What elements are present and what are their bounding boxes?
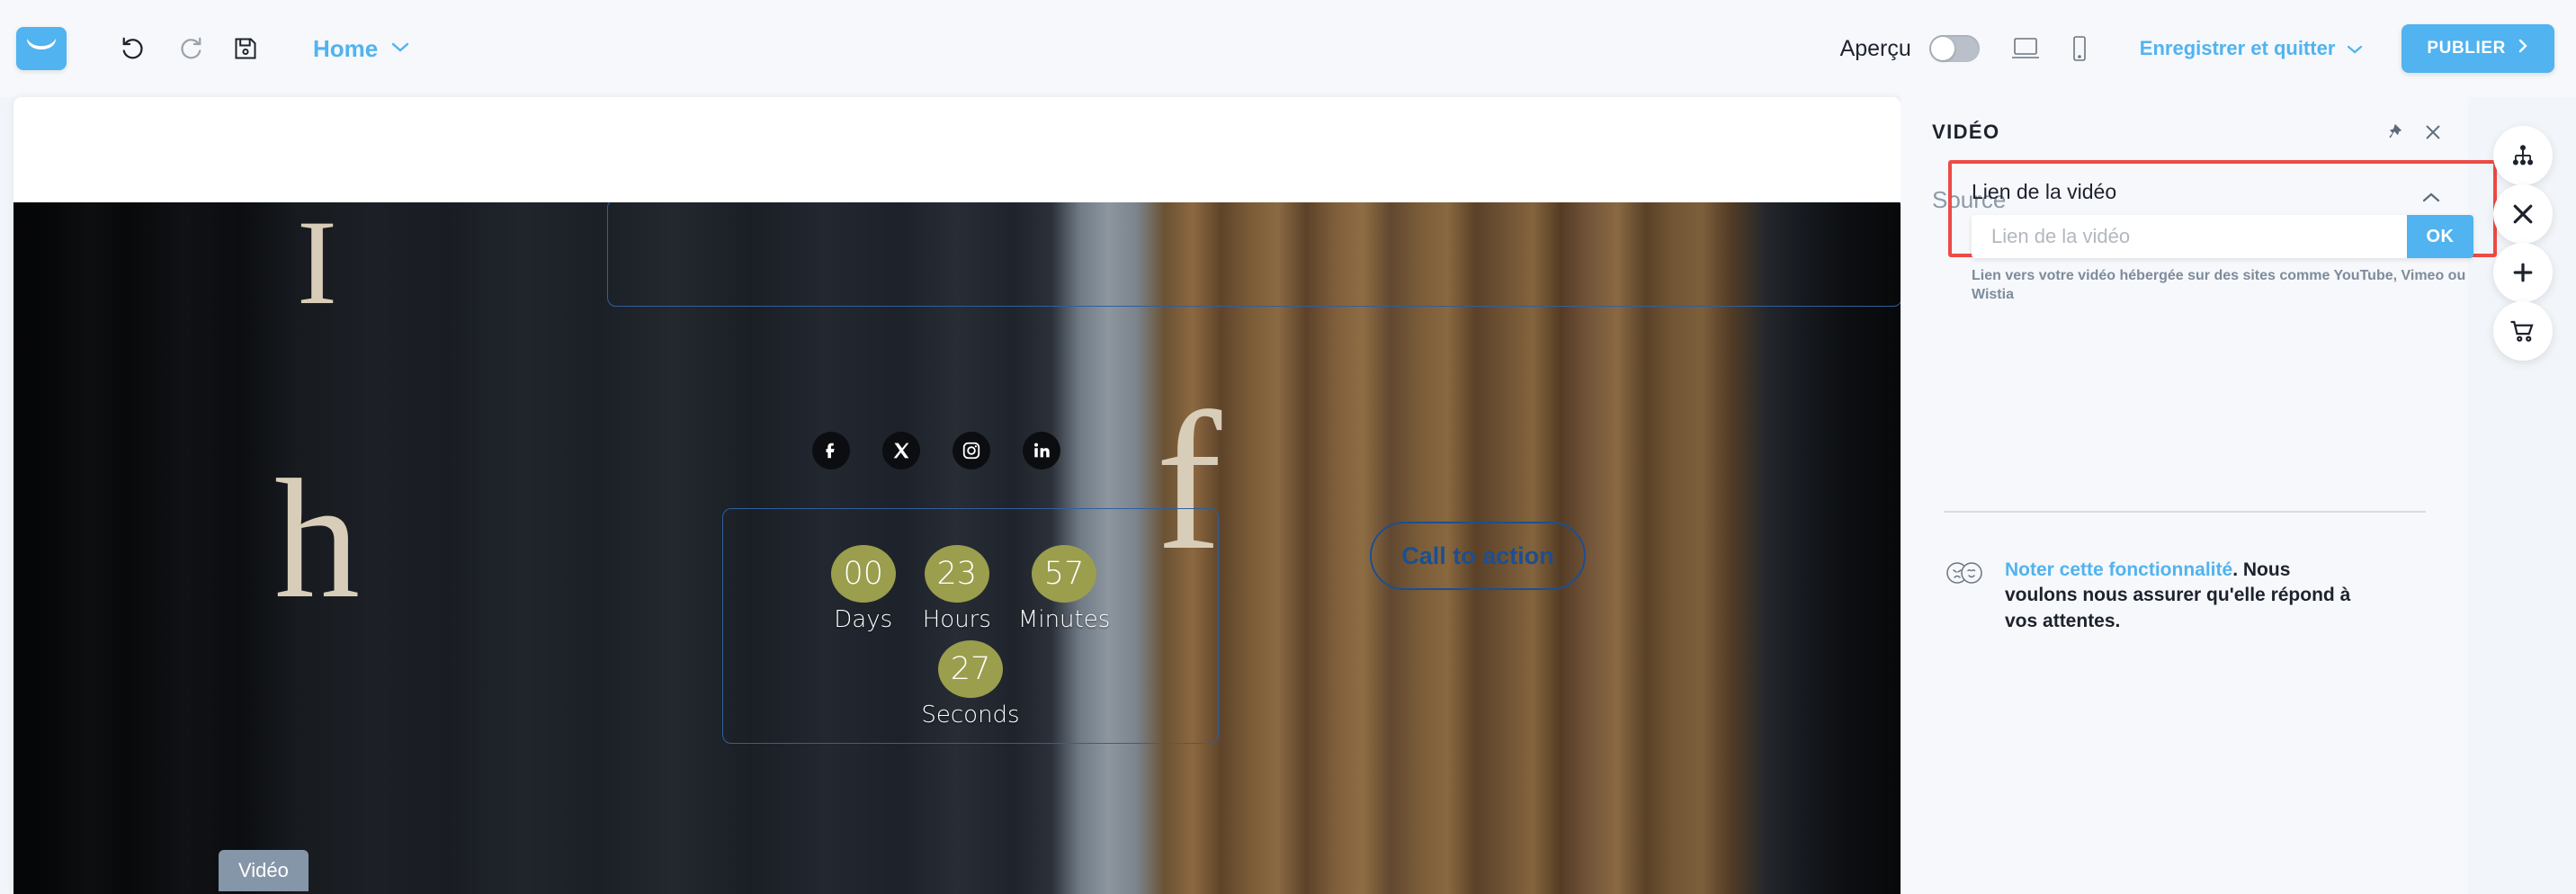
- panel-title: VIDÉO: [1932, 121, 2000, 143]
- page-selector[interactable]: Home: [313, 35, 410, 63]
- chevron-down-icon: [2346, 37, 2364, 60]
- save-and-quit-label: Enregistrer et quitter: [2139, 37, 2336, 59]
- countdown-unit-seconds: 27 Seconds: [921, 640, 1020, 729]
- cta-label: Call to action: [1401, 541, 1554, 569]
- x-twitter-icon[interactable]: [882, 432, 920, 469]
- facebook-icon[interactable]: [812, 432, 850, 469]
- video-block-tab-label: Vidéo: [238, 859, 289, 881]
- rate-feature-link[interactable]: Noter cette fonctionnalité: [2005, 559, 2232, 580]
- two-faces-rating-icon: [1944, 558, 1985, 593]
- pin-icon[interactable]: [2384, 122, 2403, 142]
- countdown-unit-days: 00 Days: [830, 545, 896, 633]
- video-link-field-group: Lien de la vidéo OK Lien vers votre vidé…: [1948, 160, 2497, 302]
- instagram-icon[interactable]: [953, 432, 990, 469]
- save-floppy-icon[interactable]: [218, 22, 273, 76]
- countdown-label: Minutes: [1017, 606, 1111, 633]
- panel-divider: [1944, 511, 2426, 513]
- wall-glyph-h: h: [274, 445, 360, 634]
- countdown-value: 27: [937, 640, 1003, 698]
- preview-label: Aperçu: [1839, 35, 1911, 61]
- redo-icon[interactable]: [162, 22, 218, 76]
- linkedin-icon[interactable]: [1023, 432, 1060, 469]
- call-to-action-button[interactable]: Call to action: [1370, 522, 1586, 590]
- page-canvas[interactable]: I h f 00 Days 23 Hours 57 Minutes 27 Sec…: [13, 97, 1901, 894]
- countdown-row-secondary: 27 Seconds: [723, 640, 1218, 729]
- social-icons-row[interactable]: [812, 432, 1060, 469]
- wall-glyph-I: I: [297, 202, 337, 330]
- video-block-tab[interactable]: Vidéo: [219, 850, 309, 891]
- cart-icon[interactable]: [2493, 301, 2553, 361]
- preview-toggle[interactable]: [1928, 35, 1980, 62]
- mobile-icon[interactable]: [2055, 24, 2104, 73]
- toggle-knob: [1930, 37, 1954, 60]
- countdown-value: 57: [1032, 545, 1097, 603]
- chevron-right-icon: [2517, 38, 2529, 59]
- desktop-icon[interactable]: [2001, 24, 2050, 73]
- mailchimp-envelope-icon[interactable]: [16, 27, 67, 70]
- publish-button[interactable]: PUBLIER: [2402, 24, 2554, 73]
- countdown-unit-minutes: 57 Minutes: [1018, 545, 1110, 633]
- video-link-label: Lien de la vidéo: [1972, 180, 2117, 203]
- save-and-quit-button[interactable]: Enregistrer et quitter: [2140, 37, 2365, 60]
- undo-icon[interactable]: [106, 22, 162, 76]
- video-link-help-text: Lien vers votre vidéo hébergée sur des s…: [1972, 268, 2466, 302]
- countdown-label: Seconds: [921, 702, 1020, 729]
- countdown-label: Days: [834, 606, 893, 633]
- canvas-header-band: [13, 97, 1901, 202]
- plus-icon[interactable]: [2493, 243, 2553, 302]
- chevron-down-icon: [390, 40, 410, 58]
- hero-section[interactable]: I h f 00 Days 23 Hours 57 Minutes 27 Sec…: [13, 202, 1901, 894]
- video-link-ok-button[interactable]: OK: [2407, 215, 2473, 258]
- close-icon[interactable]: [2423, 122, 2443, 142]
- rating-text: Noter cette fonctionnalité. Nous voulons…: [2005, 558, 2365, 634]
- top-toolbar: Home Aperçu Enregistrer et quitter PUBLI…: [0, 0, 2576, 97]
- rating-prompt: Noter cette fonctionnalité. Nous voulons…: [1944, 558, 2447, 634]
- close-x-icon[interactable]: [2493, 184, 2553, 244]
- right-action-rail: [2468, 97, 2576, 894]
- video-link-input-row: OK: [1972, 215, 2473, 258]
- video-link-input[interactable]: [1972, 215, 2407, 258]
- publish-label: PUBLIER: [2427, 39, 2506, 58]
- page-name-label: Home: [313, 34, 379, 62]
- countdown-value: 23: [924, 545, 989, 603]
- countdown-label: Hours: [922, 606, 991, 633]
- countdown-unit-hours: 23 Hours: [923, 545, 991, 633]
- sitemap-icon[interactable]: [2493, 126, 2553, 185]
- countdown-row-primary: 00 Days 23 Hours 57 Minutes: [723, 545, 1218, 633]
- panel-header-actions: [2384, 122, 2443, 142]
- panel-header: VIDÉO: [1901, 97, 2468, 167]
- countdown-value: 00: [830, 545, 896, 603]
- countdown-widget[interactable]: 00 Days 23 Hours 57 Minutes 27 Seconds: [722, 508, 1219, 744]
